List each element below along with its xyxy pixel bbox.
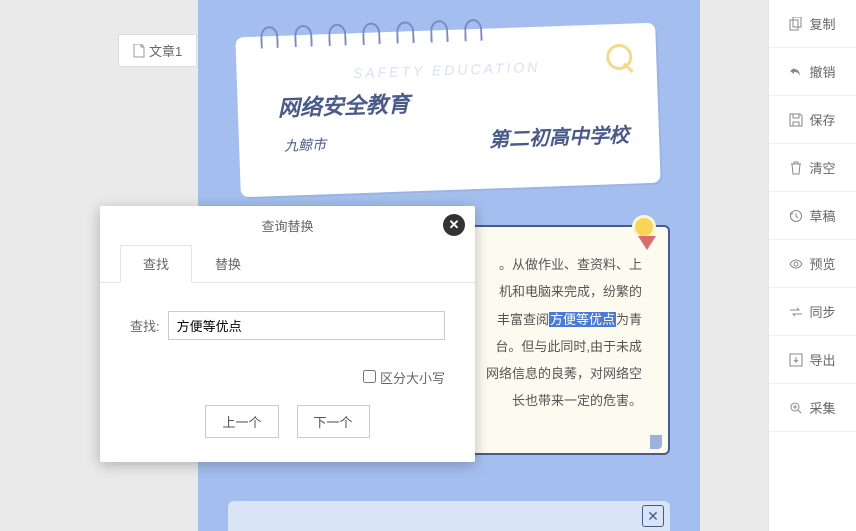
find-replace-dialog: 查询替换 ✕ 查找 替换 查找: 区分大小写 上一个 下一个	[100, 206, 475, 462]
notepad-card: SAFETY EDUCATION 网络安全教育 九鲸市 第二初高中学校	[235, 23, 660, 198]
save-button[interactable]: 保存	[769, 96, 856, 144]
case-label: 区分大小写	[380, 371, 445, 386]
page-curl-icon	[650, 435, 662, 449]
eye-icon	[789, 257, 803, 271]
article-tab[interactable]: 文章1	[118, 34, 197, 67]
copy-button[interactable]: 复制	[769, 0, 856, 48]
history-icon	[789, 209, 803, 223]
ring-binding	[260, 19, 483, 49]
notepad-title: 网络安全教育	[277, 86, 410, 123]
search-highlight: 方便等优点	[549, 312, 616, 327]
find-label: 查找:	[130, 316, 160, 335]
file-icon	[133, 44, 145, 58]
close-icon[interactable]: ✕	[642, 505, 664, 527]
clear-button[interactable]: 清空	[769, 144, 856, 192]
collect-button[interactable]: 采集	[769, 384, 856, 432]
tab-find[interactable]: 查找	[120, 245, 192, 283]
sync-button[interactable]: 同步	[769, 288, 856, 336]
save-icon	[789, 113, 803, 127]
trash-icon	[789, 161, 803, 175]
dialog-close-button[interactable]: ✕	[443, 214, 465, 236]
right-toolbar: 复制 撤销 保存 清空 草稿 预览 同步 导出 采集	[768, 0, 856, 531]
zoom-icon	[789, 401, 803, 415]
dialog-title: 查询替换 ✕	[100, 206, 475, 245]
article-tab-label: 文章1	[149, 41, 182, 60]
tab-replace[interactable]: 替换	[192, 245, 264, 282]
ribbon-icon	[632, 215, 656, 239]
sync-icon	[789, 305, 803, 319]
undo-icon	[789, 65, 803, 79]
prev-button[interactable]: 上一个	[205, 405, 278, 438]
draft-button[interactable]: 草稿	[769, 192, 856, 240]
preview-button[interactable]: 预览	[769, 240, 856, 288]
next-button[interactable]: 下一个	[297, 405, 370, 438]
export-icon	[789, 353, 803, 367]
export-button[interactable]: 导出	[769, 336, 856, 384]
undo-button[interactable]: 撤销	[769, 48, 856, 96]
case-checkbox[interactable]	[363, 370, 376, 383]
notepad-city: 九鲸市	[284, 134, 327, 155]
copy-icon	[789, 17, 803, 31]
notepad-subtitle: SAFETY EDUCATION	[236, 55, 656, 86]
notepad-school: 第二初高中学校	[488, 119, 629, 153]
dialog-tabs: 查找 替换	[100, 245, 475, 283]
bottom-bar: ✕	[228, 501, 670, 531]
find-input[interactable]	[168, 311, 445, 340]
